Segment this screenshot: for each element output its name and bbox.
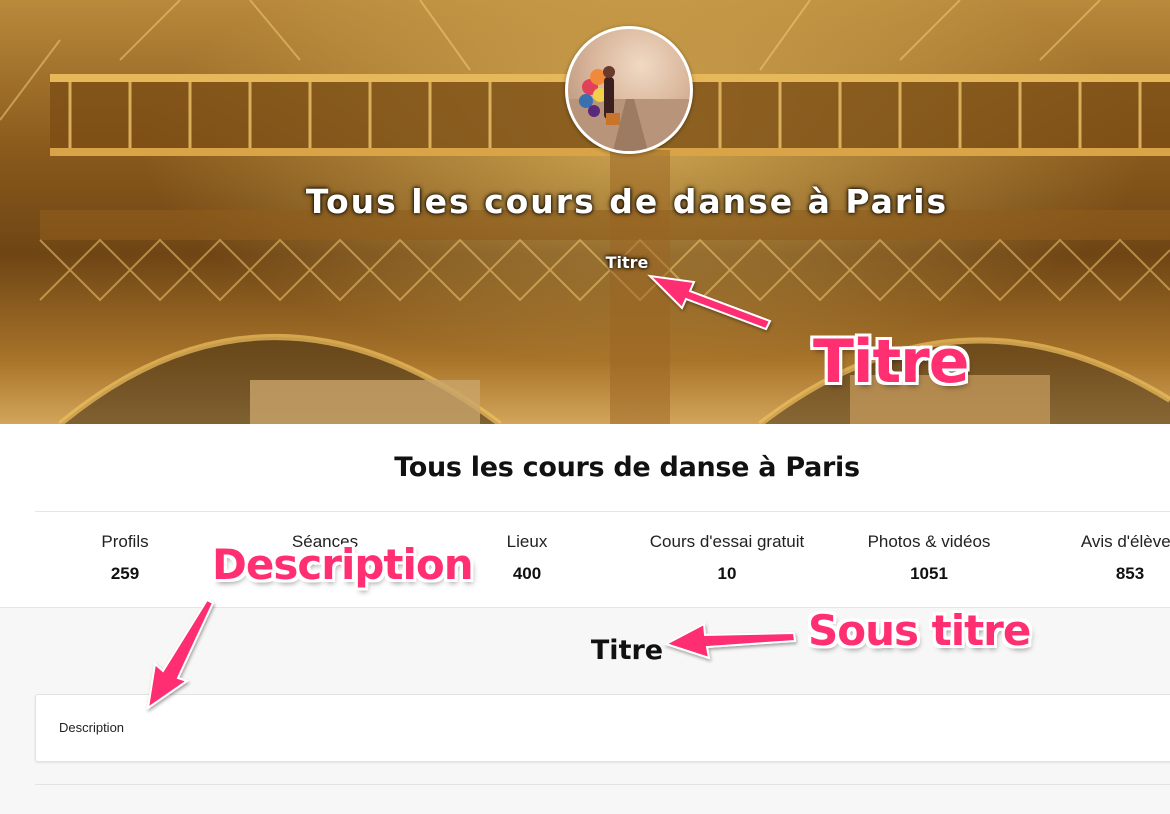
page-title: Tous les cours de danse à Paris bbox=[394, 452, 860, 483]
hero-banner: Tous les cours de danse à Paris Titre bbox=[0, 0, 1170, 424]
stat-value: 259 bbox=[110, 564, 140, 583]
stat-label: Profils bbox=[101, 532, 149, 551]
description-card: Description bbox=[35, 694, 1170, 762]
stat-profils[interactable]: Profils 259 bbox=[15, 532, 235, 584]
divider bbox=[35, 511, 1170, 512]
annotation-sous-titre: Sous titre bbox=[808, 606, 1031, 655]
balloon-girl-photo bbox=[568, 66, 690, 151]
stat-label: Photos & vidéos bbox=[867, 532, 991, 551]
stat-photos-videos[interactable]: Photos & vidéos 1051 bbox=[819, 532, 1039, 584]
stat-value: 10 bbox=[717, 564, 737, 583]
stat-label: Avis d'élèves bbox=[1080, 532, 1170, 551]
stat-avis[interactable]: Avis d'élèves 853 bbox=[1020, 532, 1170, 584]
description-text: Description bbox=[59, 720, 125, 735]
hero-title: Tous les cours de danse à Paris bbox=[305, 182, 949, 221]
annotation-description: Description bbox=[212, 540, 474, 589]
stat-cours-essai[interactable]: Cours d'essai gratuit 10 bbox=[617, 532, 837, 584]
divider bbox=[35, 784, 1170, 785]
profile-avatar bbox=[565, 26, 693, 154]
stat-value: 1051 bbox=[910, 564, 948, 583]
stat-value: 853 bbox=[1115, 564, 1145, 583]
hero-subtitle: Titre bbox=[605, 253, 649, 272]
stat-label: Cours d'essai gratuit bbox=[649, 532, 805, 551]
annotation-titre: Titre bbox=[813, 327, 969, 397]
